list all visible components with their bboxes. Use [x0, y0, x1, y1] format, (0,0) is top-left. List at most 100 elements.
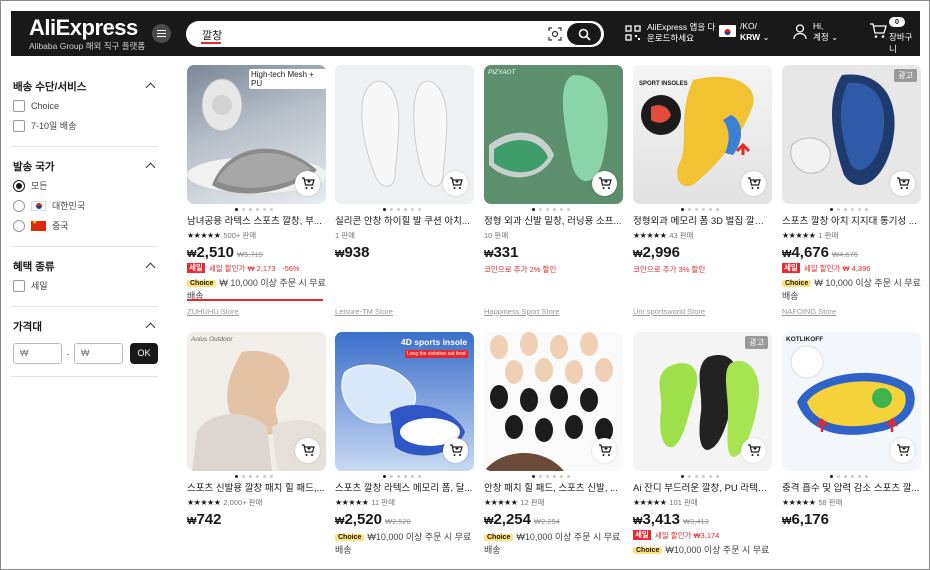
- product-card[interactable]: Aoius Outdoor 스포츠 신발용 깔창 패치 힐 패드,... ★★★…: [187, 332, 326, 528]
- qr-code-icon[interactable]: [625, 25, 641, 41]
- product-title[interactable]: 남녀공용 라텍스 스포츠 깔창, 부...: [187, 216, 326, 228]
- filter-ship-from-title[interactable]: 발송 국가: [13, 160, 158, 174]
- add-to-cart-button[interactable]: [592, 171, 617, 196]
- product-card[interactable]: 안창 패치 힐 패드, 스포츠 신발, ... ★★★★★ 12 판매 ₩2,25…: [484, 332, 623, 557]
- free-shipping-text: ₩10,000 이상 주문 시 무료: [665, 545, 770, 555]
- language-label: /KO/: [740, 21, 758, 31]
- product-title[interactable]: 스포츠 깔창 아치 지지대 통기성 ...: [782, 216, 921, 228]
- image-carousel-dots: [335, 473, 474, 481]
- product-image[interactable]: PIZYAOT: [484, 65, 623, 204]
- product-image[interactable]: SPORT INSOLES: [633, 65, 772, 204]
- product-title[interactable]: 안창 패치 힐 패드, 스포츠 신발, ...: [484, 483, 623, 495]
- price-value: 2,996: [642, 244, 680, 261]
- search-bar[interactable]: 깔창: [186, 21, 604, 47]
- sale-badge: 세일: [633, 530, 651, 540]
- aliexpress-logo[interactable]: AliExpress Alibaba Group 해외 직구 플랫폼: [29, 15, 145, 51]
- add-to-cart-button[interactable]: [295, 438, 320, 463]
- product-card[interactable]: KOTLIKOFF 충격 흡수 및 압력 감소 스포츠 깔... ★★★★★ 58…: [782, 332, 921, 528]
- add-to-cart-button[interactable]: [890, 438, 915, 463]
- add-to-cart-button[interactable]: [443, 171, 468, 196]
- account-menu[interactable]: Hi, 계정 ⌄: [813, 21, 838, 43]
- original-price: ₩4,676: [832, 250, 858, 259]
- sold-count: 101 판매: [669, 498, 698, 507]
- option-label: 중국: [52, 221, 69, 231]
- store-link[interactable]: NAFOING Store: [782, 307, 836, 316]
- product-card[interactable]: 광고 Ai 잔디 부드러운 깔창, PU 라텍스... ★★★★★ 101 판매 …: [633, 332, 772, 557]
- rating-stars: ★★★★★: [633, 498, 667, 507]
- language-currency-selector[interactable]: /KO/ KRW ⌄: [740, 21, 770, 43]
- product-title[interactable]: 스포츠 신발용 깔창 패치 힐 패드,...: [187, 483, 326, 495]
- checkbox[interactable]: [13, 119, 25, 132]
- product-title[interactable]: 스포츠 깔창 라텍스 메모리 폼, 달...: [335, 483, 474, 495]
- radio[interactable]: [13, 199, 25, 212]
- add-cart-icon: [896, 444, 910, 456]
- add-to-cart-button[interactable]: [741, 171, 766, 196]
- filter-option-choice[interactable]: Choice: [13, 97, 158, 114]
- country-option-china[interactable]: 중국: [13, 217, 158, 234]
- product-card[interactable]: 4D sports insole Long the violetion out …: [335, 332, 474, 557]
- checkbox[interactable]: [13, 99, 25, 112]
- product-card[interactable]: 실리콘 안창 하이힐 발 쿠션 아치... 1 판매 ₩938: [335, 65, 474, 261]
- radio[interactable]: [13, 219, 25, 232]
- filter-benefit-title[interactable]: 혜택 종류: [13, 260, 158, 274]
- cart-icon[interactable]: [869, 23, 887, 39]
- search-button[interactable]: [567, 23, 601, 45]
- add-to-cart-button[interactable]: [295, 171, 320, 196]
- option-label: Choice: [31, 100, 60, 111]
- product-card[interactable]: High-tech Mesh + PU 남녀공용 라텍스 스포츠 깔창, 부..…: [187, 65, 326, 303]
- search-input[interactable]: 깔창: [202, 27, 222, 43]
- store-link[interactable]: Leisure-TM Store: [335, 307, 393, 316]
- product-image[interactable]: [335, 65, 474, 204]
- product-image[interactable]: 광고: [782, 65, 921, 204]
- product-image[interactable]: 4D sports insole Long the violetion out …: [335, 332, 474, 471]
- add-to-cart-button[interactable]: [890, 171, 915, 196]
- price-ok-button[interactable]: OK: [130, 343, 158, 364]
- country-option-all[interactable]: 모든: [13, 177, 158, 194]
- product-image[interactable]: Aoius Outdoor: [187, 332, 326, 471]
- add-to-cart-button[interactable]: [443, 438, 468, 463]
- sale-price-text: 세일 할인가 ₩ 2,173 · -56%: [208, 263, 300, 273]
- price-value: 2,254: [493, 511, 531, 528]
- add-to-cart-button[interactable]: [741, 438, 766, 463]
- product-card[interactable]: 광고 스포츠 깔창 아치 지지대 통기성 ... ★★★★★ 1 판매 ₩4,67…: [782, 65, 921, 303]
- store-link[interactable]: Happiness Sport Store: [484, 307, 559, 316]
- country-option-korea[interactable]: 대한민국: [13, 197, 158, 214]
- filter-option-7-10-days[interactable]: 7-10일 배송: [13, 117, 158, 134]
- filter-price-title[interactable]: 가격대: [13, 320, 158, 334]
- add-cart-icon: [301, 444, 315, 456]
- add-to-cart-button[interactable]: [592, 438, 617, 463]
- rating-stars: ★★★★★: [782, 498, 816, 507]
- price-min-input[interactable]: ₩: [13, 343, 62, 364]
- rating-stars: ★★★★★: [782, 231, 816, 240]
- product-title[interactable]: Ai 잔디 부드러운 깔창, PU 라텍스...: [633, 483, 772, 495]
- app-download-link[interactable]: AliExpress 앱을 다 운로드하세요: [647, 22, 715, 44]
- product-card[interactable]: PIZYAOT 정형 외과 신발 밑창, 러닝용 소프... 10 판매 ₩33…: [484, 65, 623, 275]
- price-max-input[interactable]: ₩: [74, 343, 123, 364]
- store-link[interactable]: ZUHUHU Store: [187, 307, 239, 316]
- product-title[interactable]: 실리콘 안창 하이힐 발 쿠션 아치...: [335, 216, 474, 228]
- add-cart-icon: [449, 177, 463, 189]
- product-price: ₩742: [187, 511, 221, 528]
- sold-count: 12 판매: [520, 498, 545, 507]
- image-caption: PIZYAOT: [488, 69, 516, 76]
- search-spellcheck-underline: [201, 42, 221, 44]
- user-icon[interactable]: [793, 24, 807, 40]
- product-title[interactable]: 충격 흡수 및 압력 감소 스포츠 깔...: [782, 483, 921, 495]
- store-link[interactable]: Um sportsworld Store: [633, 307, 705, 316]
- filter-price: 가격대 ₩ - ₩ OK: [11, 307, 158, 377]
- price-value: 3,413: [642, 511, 680, 528]
- product-image[interactable]: 광고: [633, 332, 772, 471]
- product-title[interactable]: 정형외과 메모리 폼 3D 벌집 깔창,...: [633, 216, 772, 228]
- radio-selected[interactable]: [13, 179, 25, 192]
- product-image[interactable]: [484, 332, 623, 471]
- image-search-icon[interactable]: [548, 27, 562, 41]
- filter-shipping-title[interactable]: 배송 수단/서비스: [13, 80, 158, 94]
- product-card[interactable]: SPORT INSOLES 정형외과 메모리 폼 3D 벌집 깔창,... ★★…: [633, 65, 772, 275]
- checkbox[interactable]: [13, 279, 25, 292]
- menu-button[interactable]: [152, 24, 171, 43]
- product-image[interactable]: KOTLIKOFF: [782, 332, 921, 471]
- cart-label[interactable]: 장바구니: [889, 31, 920, 55]
- product-title[interactable]: 정형 외과 신발 밑창, 러닝용 소프...: [484, 216, 623, 228]
- filter-option-sale[interactable]: 세일: [13, 277, 158, 294]
- product-image[interactable]: High-tech Mesh + PU: [187, 65, 326, 204]
